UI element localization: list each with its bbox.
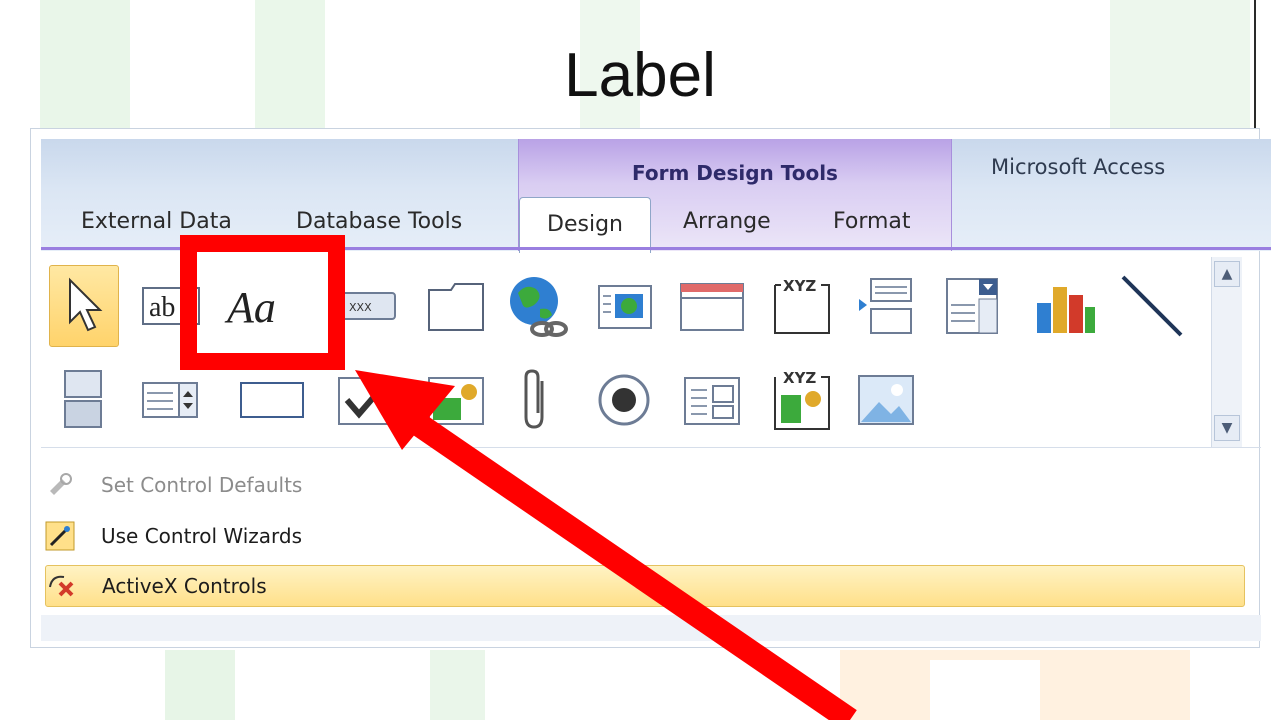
annotation-arrow [355,370,857,720]
